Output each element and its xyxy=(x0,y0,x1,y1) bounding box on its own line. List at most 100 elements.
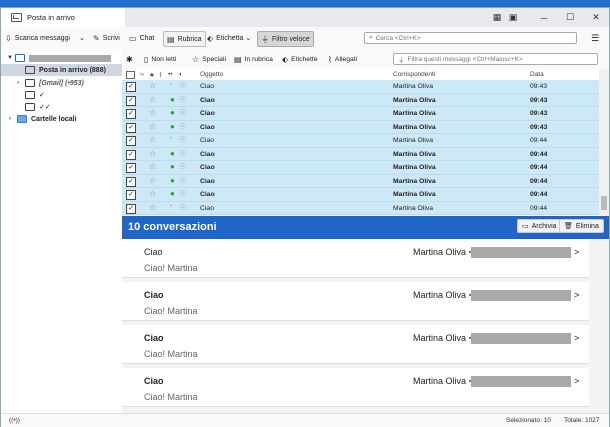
filter-attachments-button[interactable]: ⌇ Allegati xyxy=(328,53,357,65)
filter-messages-input[interactable]: ⏚ Filtra questi messaggi <Ctrl+Maiusc+K> xyxy=(393,53,598,65)
folder-check[interactable]: ✓ xyxy=(1,89,122,101)
star-icon[interactable]: ☆ xyxy=(149,189,156,198)
junk-icon[interactable]: ☉ xyxy=(179,203,186,212)
close-button[interactable]: ✕ xyxy=(583,12,609,23)
star-icon[interactable]: ☆ xyxy=(149,149,156,158)
junk-icon[interactable]: ☉ xyxy=(179,189,186,198)
star-icon[interactable]: ☆ xyxy=(149,135,156,144)
read-column-icon[interactable]: •• xyxy=(168,71,173,78)
star-icon[interactable]: ☆ xyxy=(149,122,156,131)
minimize-button[interactable]: ─ xyxy=(531,13,557,23)
row-checkbox[interactable]: ✓ xyxy=(126,136,136,146)
thread-column-icon[interactable]: ⤷ xyxy=(140,71,144,79)
pin-filter-button[interactable]: ✱ xyxy=(126,53,136,65)
message-row[interactable]: ✓ ☆ • ☉ Ciao Martina Oliva 09:44 xyxy=(122,201,599,215)
conversation-card[interactable]: Ciao Martina Oliva < > Ciao! Martina xyxy=(122,325,589,364)
junk-icon[interactable]: ☉ xyxy=(179,135,186,144)
star-icon[interactable]: ☆ xyxy=(149,81,156,90)
message-row[interactable]: ✓ ☆ • ☉ Ciao Martina Oliva 09:43 xyxy=(122,80,599,94)
junk-icon[interactable]: ☉ xyxy=(179,108,186,117)
read-status-icon[interactable]: ● xyxy=(170,176,175,185)
scrollbar-thumb[interactable] xyxy=(601,196,607,210)
junk-icon[interactable]: ☉ xyxy=(179,176,186,185)
message-row[interactable]: ✓ ☆ ● ☉ Ciao Martina Oliva 09:44 xyxy=(122,147,599,161)
online-status-icon[interactable]: ((•)) xyxy=(9,417,20,424)
filter-unread-button[interactable]: ▯ Non letti xyxy=(144,53,176,65)
chevron-down-icon: ▼ xyxy=(7,55,13,61)
star-icon[interactable]: ☆ xyxy=(149,203,156,212)
conversation-preview: Ciao! Martina xyxy=(144,306,198,316)
select-all-checkbox[interactable] xyxy=(126,71,135,79)
read-status-icon[interactable]: ● xyxy=(170,189,175,198)
conversation-card[interactable]: Ciao Martina Oliva < > Ciao! Martina xyxy=(122,282,589,321)
read-status-icon[interactable]: ● xyxy=(170,162,175,171)
star-icon[interactable]: ☆ xyxy=(149,162,156,171)
conversation-card[interactable]: Ciao Martina Oliva < > Ciao! Martina xyxy=(122,368,589,407)
row-checkbox[interactable]: ✓ xyxy=(126,95,136,106)
message-list-scrollbar[interactable] xyxy=(599,69,609,216)
date-column-header[interactable]: Data xyxy=(530,71,544,78)
row-checkbox[interactable]: ✓ xyxy=(126,203,136,214)
calendar-icon[interactable]: ▦ xyxy=(489,12,505,23)
row-checkbox[interactable]: ✓ xyxy=(126,149,136,160)
junk-icon[interactable]: ☉ xyxy=(179,162,186,171)
row-checkbox[interactable]: ✓ xyxy=(126,190,136,200)
star-icon[interactable]: ☆ xyxy=(149,176,156,185)
read-status-icon[interactable]: ● xyxy=(170,149,175,158)
search-input[interactable]: ⌕ Cerca <Ctrl+K> xyxy=(364,32,577,44)
read-status-icon[interactable]: • xyxy=(170,204,172,210)
hamburger-icon: ☰ xyxy=(591,32,600,43)
read-status-icon[interactable]: • xyxy=(170,136,172,142)
row-checkbox[interactable]: ✓ xyxy=(126,163,136,173)
row-checkbox[interactable]: ✓ xyxy=(126,122,136,133)
message-from: Martina Oliva xyxy=(393,204,434,212)
message-row[interactable]: ✓ ☆ ● ☉ Ciao Martina Oliva 09:44 xyxy=(122,174,599,188)
junk-icon[interactable]: ☉ xyxy=(179,149,186,158)
attachment-column-icon[interactable]: ⌇ xyxy=(159,71,162,79)
message-row[interactable]: ✓ ☆ ● ☉ Ciao Martina Oliva 09:43 xyxy=(122,93,599,107)
archive-button[interactable]: ▭ Archivia xyxy=(517,219,562,233)
address-book-button[interactable]: ▤ Rubrica xyxy=(163,31,206,47)
message-row[interactable]: ✓ ☆ ● ☉ Ciao Martina Oliva 09:44 xyxy=(122,188,599,202)
account-root[interactable]: ▼ xyxy=(1,52,122,64)
message-row[interactable]: ✓ ☆ ● ☉ Ciao Martina Oliva 09:43 xyxy=(122,120,599,134)
message-row[interactable]: ✓ ☆ ● ☉ Ciao Martina Oliva 09:44 xyxy=(122,161,599,175)
read-status-icon[interactable]: ● xyxy=(170,122,175,131)
star-column-icon[interactable]: ★ xyxy=(149,71,155,79)
junk-column-icon[interactable]: ◐ xyxy=(179,71,183,78)
filter-starred-button[interactable]: ☆ Speciali xyxy=(192,53,226,65)
folder-double-check[interactable]: ✓✓ xyxy=(1,101,122,113)
row-checkbox[interactable]: ✓ xyxy=(126,82,136,92)
read-status-icon[interactable]: • xyxy=(170,82,172,88)
folder-inbox[interactable]: Posta in arrivo (888) xyxy=(1,64,122,76)
read-status-icon[interactable]: ● xyxy=(170,108,175,117)
filter-contact-button[interactable]: ▤ In rubrica xyxy=(234,53,273,65)
row-checkbox[interactable]: ✓ xyxy=(126,109,136,119)
junk-icon[interactable]: ☉ xyxy=(179,122,186,131)
tasks-icon[interactable]: ▣ xyxy=(505,12,521,23)
tab-inbox[interactable]: Posta in arrivo xyxy=(1,8,125,27)
delete-button[interactable]: 🗑 Elimina xyxy=(559,219,604,233)
message-row[interactable]: ✓ ☆ • ☉ Ciao Martina Oliva 09:44 xyxy=(122,134,599,148)
folder-gmail[interactable]: › [Gmail] (•953) xyxy=(1,77,122,89)
junk-icon[interactable]: ☉ xyxy=(179,81,186,90)
star-icon[interactable]: ☆ xyxy=(149,108,156,117)
get-messages-button[interactable]: ⇩ Scarica messaggi xyxy=(5,31,70,45)
read-status-icon[interactable]: ● xyxy=(170,95,175,104)
menu-button[interactable]: ☰ xyxy=(591,31,599,45)
row-checkbox[interactable]: ✓ xyxy=(126,176,136,187)
maximize-button[interactable]: ☐ xyxy=(557,12,583,23)
write-button[interactable]: ✎ Scrivi xyxy=(93,31,120,45)
quick-filter-button[interactable]: ⏚ Filtro veloce xyxy=(257,31,314,47)
star-icon[interactable]: ☆ xyxy=(149,95,156,104)
chat-button[interactable]: ▭ Chat xyxy=(129,31,154,45)
get-messages-dropdown[interactable]: ⌄ xyxy=(79,31,85,45)
conversation-card[interactable]: Ciao Martina Oliva < > Ciao! Martina xyxy=(122,239,589,278)
junk-icon[interactable]: ☉ xyxy=(179,95,186,104)
subject-column-header[interactable]: Oggetto xyxy=(200,71,223,78)
tag-button[interactable]: ⬖ Etichetta ⌄ xyxy=(207,31,251,45)
filter-tags-button[interactable]: ⬖ Etichette xyxy=(282,53,318,65)
folder-local[interactable]: › Cartelle locali xyxy=(1,113,122,125)
correspondents-column-header[interactable]: Corrispondenti xyxy=(393,71,435,78)
message-row[interactable]: ✓ ☆ ● ☉ Ciao Martina Oliva 09:43 xyxy=(122,107,599,121)
